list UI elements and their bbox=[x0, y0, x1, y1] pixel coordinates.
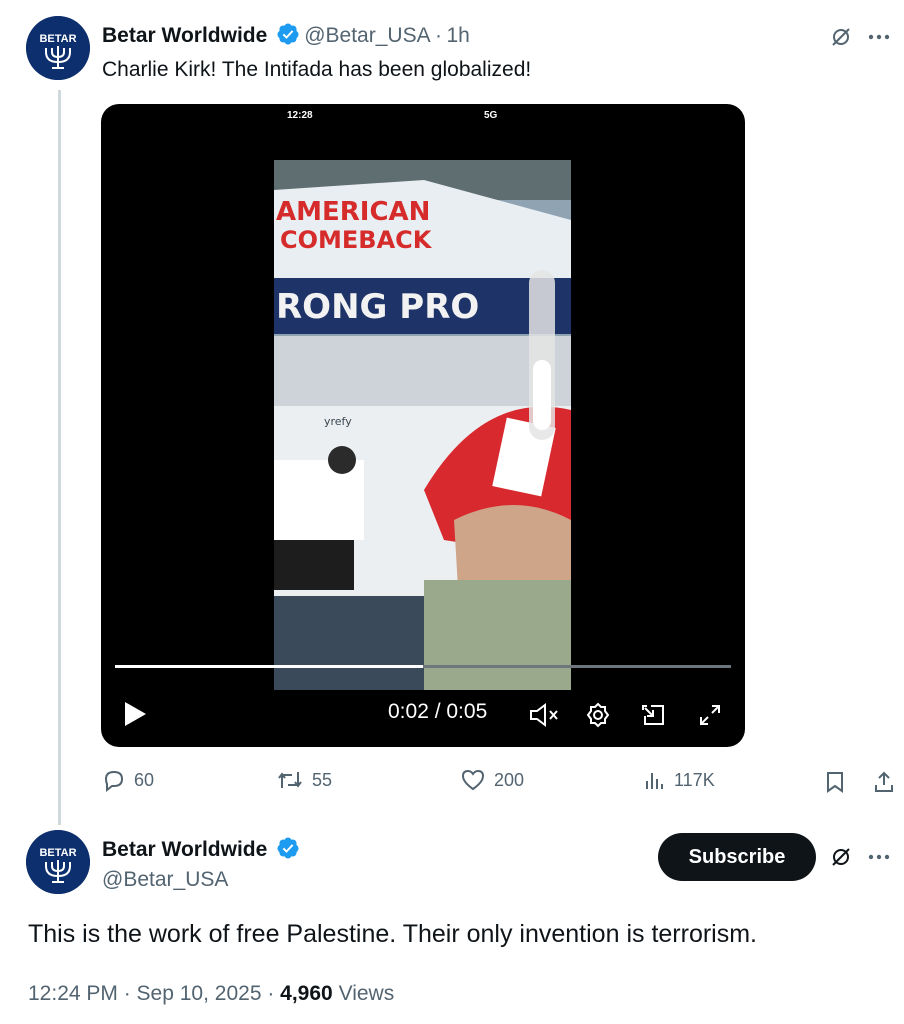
yrefy-label: yrefy bbox=[324, 415, 352, 428]
video-controls: 0:02 / 0:05 bbox=[101, 692, 745, 732]
action-bar: 60 55 200 117K bbox=[100, 766, 900, 800]
like-count: 200 bbox=[494, 769, 525, 790]
avatar[interactable]: BETAR bbox=[26, 16, 90, 80]
more-icon[interactable] bbox=[864, 22, 894, 52]
grok-icon[interactable] bbox=[826, 22, 856, 52]
share-button[interactable] bbox=[872, 770, 896, 794]
repost-button[interactable]: 55 bbox=[276, 768, 332, 792]
video-frame: AMERICAN COMEBACK RONG PRO yrefy bbox=[274, 160, 571, 690]
tweet-header: Betar Worldwide @Betar_USA · 1h bbox=[102, 22, 470, 48]
views-count: 117K bbox=[674, 769, 715, 790]
thread-line bbox=[58, 90, 61, 825]
repost-count: 55 bbox=[312, 769, 333, 790]
time-ago[interactable]: 1h bbox=[447, 24, 470, 47]
like-button[interactable]: 200 bbox=[460, 768, 524, 792]
like-icon bbox=[461, 769, 485, 791]
views-count: 4,960 bbox=[280, 982, 333, 1005]
video-scrubber[interactable] bbox=[115, 665, 731, 668]
meta-separator: · bbox=[261, 982, 281, 1005]
timestamp[interactable]: 12:24 PM · Sep 10, 2025 bbox=[28, 982, 262, 1005]
subscribe-button[interactable]: Subscribe bbox=[658, 833, 816, 881]
views-icon bbox=[646, 773, 663, 789]
pip-icon[interactable] bbox=[637, 700, 669, 730]
separator: · bbox=[435, 24, 443, 47]
avatar-label: BETAR bbox=[39, 33, 76, 45]
reply-icon bbox=[104, 770, 124, 792]
views-button[interactable]: 117K bbox=[644, 768, 715, 792]
author-name[interactable]: Betar Worldwide bbox=[102, 838, 267, 861]
author-name[interactable]: Betar Worldwide bbox=[102, 24, 267, 47]
phone-status-bar: 12:28 5G bbox=[101, 104, 745, 134]
more-icon[interactable] bbox=[864, 842, 894, 872]
sign-line3: RONG PRO bbox=[276, 287, 479, 327]
avatar-label: BETAR bbox=[39, 847, 76, 859]
verified-icon bbox=[277, 23, 299, 45]
play-icon[interactable] bbox=[119, 698, 151, 730]
tweet-meta: 12:24 PM · Sep 10, 2025 · 4,960 Views bbox=[28, 982, 394, 1006]
phone-time: 12:28 bbox=[287, 110, 313, 121]
video-player[interactable]: 12:28 5G AMERICAN COMEBACK RONG PRO yref… bbox=[101, 104, 745, 747]
author-handle[interactable]: @Betar_USA bbox=[102, 868, 228, 892]
repost-icon bbox=[278, 772, 302, 788]
tweet-text: This is the work of free Palestine. Thei… bbox=[28, 920, 757, 948]
reply-count: 60 bbox=[134, 769, 155, 790]
avatar[interactable]: BETAR bbox=[26, 830, 90, 894]
sign-line2: COMEBACK bbox=[280, 226, 433, 254]
video-progress-fill bbox=[115, 665, 423, 668]
share-icon bbox=[875, 771, 893, 792]
fullscreen-icon[interactable] bbox=[695, 700, 725, 730]
grok-icon[interactable] bbox=[826, 842, 856, 872]
author-handle[interactable]: @Betar_USA bbox=[304, 24, 430, 47]
mute-icon[interactable] bbox=[527, 700, 563, 730]
video-time: 0:02 / 0:05 bbox=[388, 700, 488, 723]
phone-network: 5G bbox=[484, 110, 498, 121]
verified-icon bbox=[277, 837, 299, 859]
settings-icon[interactable] bbox=[583, 700, 613, 730]
sign-line1: AMERICAN bbox=[276, 197, 430, 227]
bookmark-button[interactable] bbox=[824, 770, 846, 794]
reply-button[interactable]: 60 bbox=[102, 768, 154, 792]
tweet-header: Betar Worldwide bbox=[102, 836, 300, 862]
bookmark-icon bbox=[827, 772, 843, 793]
views-label: Views bbox=[332, 982, 395, 1005]
tweet-text: Charlie Kirk! The Intifada has been glob… bbox=[102, 58, 532, 81]
